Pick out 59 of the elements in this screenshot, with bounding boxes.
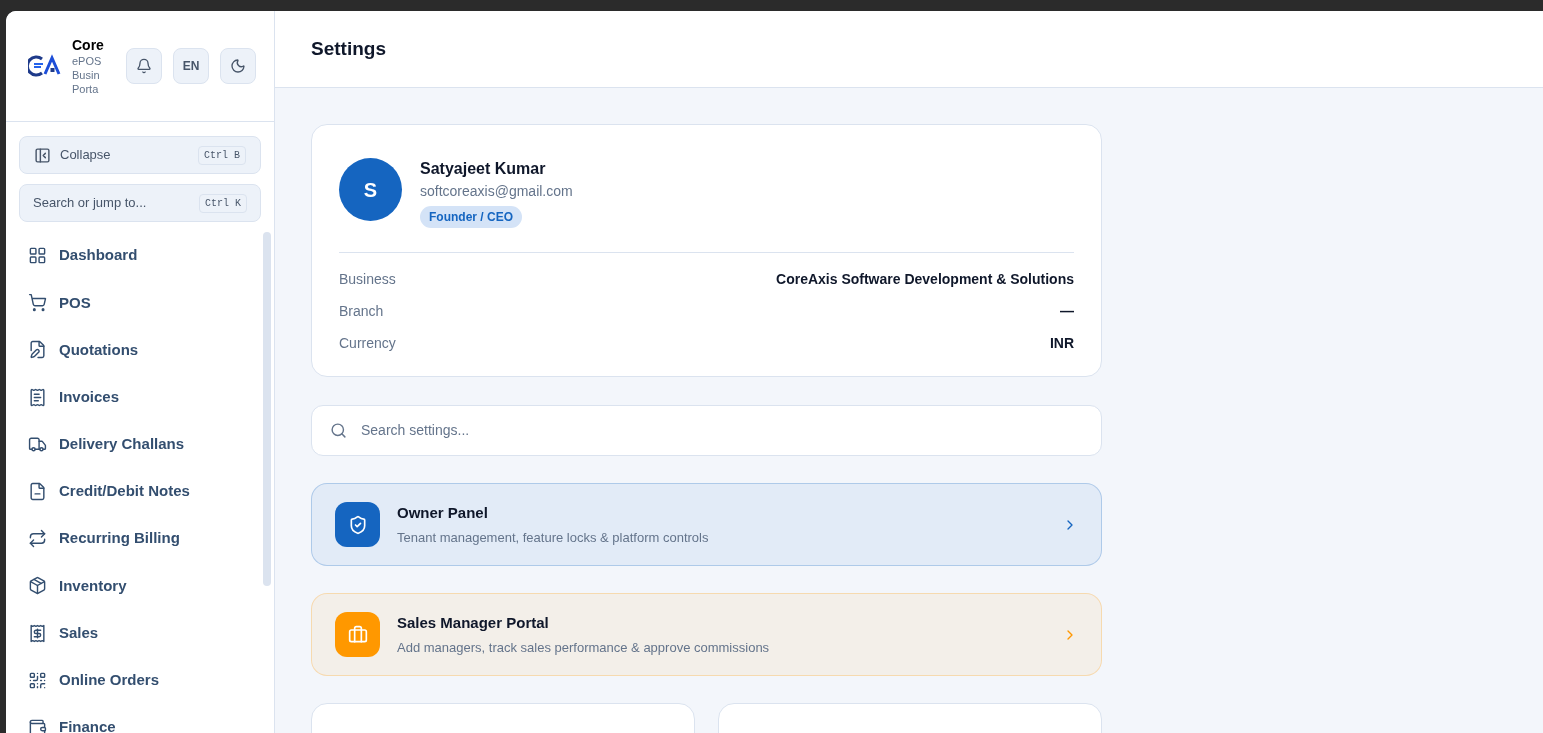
nav-item[interactable]: Delivery Challans <box>19 420 257 468</box>
detail-value: CoreAxis Software Development & Solutions <box>776 270 1074 289</box>
detail-label: Currency <box>339 334 396 353</box>
settings-search-field[interactable]: Search settings... <box>361 420 1083 441</box>
cart-icon <box>28 293 47 313</box>
shortcut-key: Ctrl B <box>198 145 246 165</box>
qr-code-icon <box>28 670 47 690</box>
settings-search-bar[interactable]: Search settings... <box>311 405 1102 456</box>
notifications-button[interactable] <box>126 48 162 84</box>
nav-item[interactable]: POS <box>19 279 257 327</box>
panel-description: Add managers, track sales performance & approve commissions <box>397 639 771 657</box>
nav-item[interactable]: Quotations <box>19 326 257 374</box>
theme-toggle-button[interactable] <box>220 48 256 84</box>
moon-icon <box>230 58 246 74</box>
nav-item[interactable]: Inventory <box>19 562 257 610</box>
user-name: Satyajeet Kumar <box>420 159 546 179</box>
brand-tagline: Busin <box>72 68 101 82</box>
nav-item[interactable]: Credit/Debit Notes <box>19 467 257 516</box>
file-pen-icon <box>28 340 47 360</box>
detail-value: — <box>1060 302 1074 321</box>
detail-value: INR <box>1049 334 1074 353</box>
jump-search-field[interactable]: Search or jump to... <box>33 193 199 213</box>
nav-item[interactable]: Dashboard <box>19 232 257 280</box>
wallet-icon <box>28 717 47 733</box>
panel-description: Tenant management, feature locks & platform controls <box>397 529 710 547</box>
nav-item[interactable]: Finance <box>19 703 257 733</box>
scrollbar-thumb[interactable] <box>263 232 271 586</box>
repeat-icon <box>28 529 47 549</box>
search-icon <box>330 422 347 439</box>
language-button[interactable]: EN <box>173 48 209 84</box>
box-icon <box>28 576 47 596</box>
truck-icon <box>28 434 47 454</box>
receipt-icon <box>28 387 47 407</box>
role-tag: Founder / CEO <box>420 206 522 228</box>
page-title: Settings <box>311 36 386 61</box>
panel-title: Owner Panel <box>397 502 489 523</box>
nav-item[interactable]: Invoices <box>19 373 257 421</box>
collapse-button[interactable]: Collapse Ctrl B <box>19 136 261 174</box>
shortcut-key: Ctrl K <box>199 193 247 213</box>
nav-item[interactable]: Recurring Billing <box>19 515 257 563</box>
settings-panel-link[interactable]: Owner Panel Tenant management, feature locks & platform controls <box>311 483 1102 566</box>
brand-tagline: Porta <box>72 82 100 96</box>
nav-item[interactable]: Online Orders <box>19 656 257 704</box>
dollar-receipt-icon <box>28 623 47 643</box>
settings-panel-link[interactable]: Sales Manager Portal Add managers, track sales performance & approve commissions <box>311 593 1102 676</box>
avatar: S <box>339 158 402 221</box>
brand-name: Core <box>72 36 105 54</box>
briefcase-icon <box>347 624 368 645</box>
collapse-panel-icon <box>34 146 51 164</box>
file-minus-icon <box>28 482 47 502</box>
nav-item[interactable]: Sales <box>19 609 257 657</box>
panel-title: Sales Manager Portal <box>397 612 550 633</box>
detail-label: Branch <box>339 302 384 321</box>
brand-tagline: ePOS <box>72 54 103 68</box>
grid-icon <box>28 246 47 266</box>
jump-search-bar[interactable]: Search or jump to... Ctrl K <box>19 184 261 222</box>
bell-icon <box>136 58 152 74</box>
user-email: softcoreaxis@gmail.com <box>420 182 573 201</box>
detail-label: Business <box>339 270 396 289</box>
